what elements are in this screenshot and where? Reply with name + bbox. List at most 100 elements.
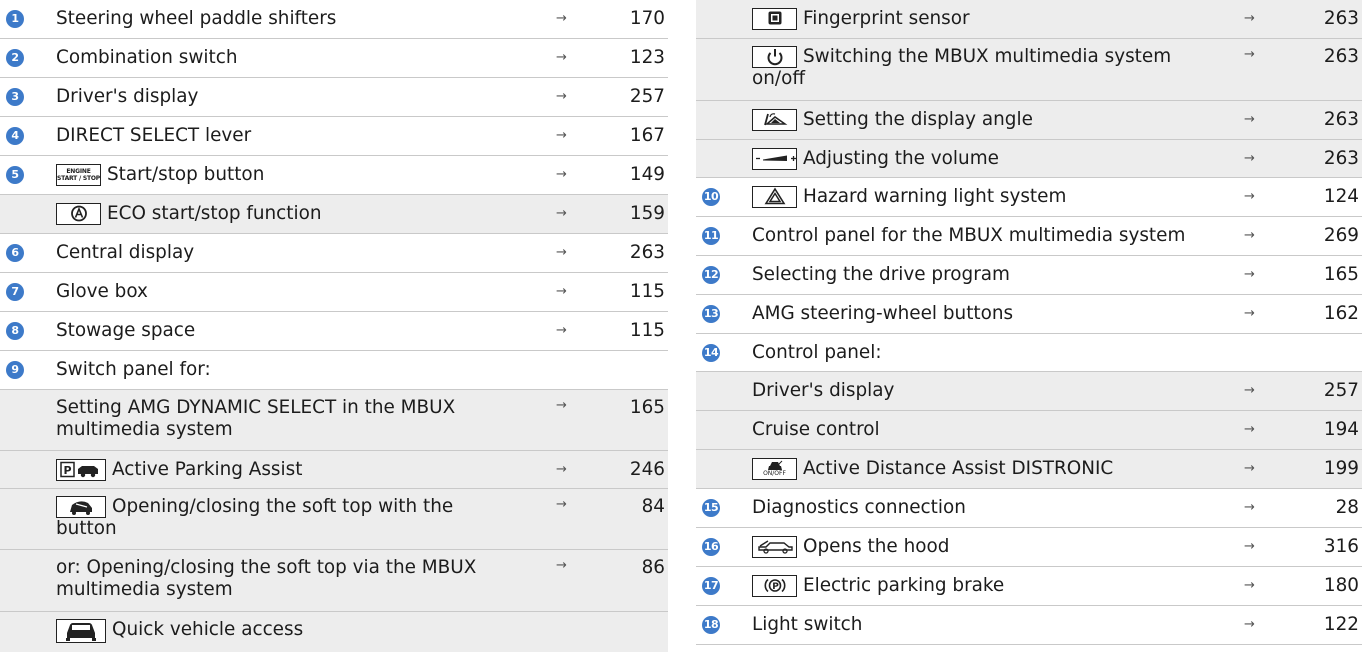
engine-start-stop-button-icon: ENGINE START / STOP	[56, 164, 101, 186]
item-label: Hazard warning light system	[803, 186, 1067, 207]
list-item-mbux-control-panel: 11 Control panel for the MBUX multimedia…	[696, 217, 1362, 256]
arrow-icon: →	[556, 497, 567, 512]
arrow-icon: →	[556, 558, 567, 573]
page-link[interactable]: 246	[630, 459, 665, 481]
distronic-icon: ON/OFF	[752, 458, 797, 480]
list-item-drive-program: 12 Selecting the drive program → 165	[696, 256, 1362, 295]
page-link[interactable]: 84	[642, 496, 665, 518]
item-label: Active Parking Assist	[112, 459, 303, 480]
page-link[interactable]: 159	[630, 203, 665, 225]
item-label: Opening/closing the soft top with the bu…	[56, 496, 454, 539]
page-link[interactable]: 28	[1336, 497, 1359, 519]
page-link[interactable]: 165	[630, 397, 665, 419]
list-item-mbux-power: Switching the MBUX multimedia system on/…	[696, 39, 1362, 101]
list-item-amg-dynamic-select: Setting AMG DYNAMIC SELECT in the MBUX m…	[0, 390, 668, 451]
arrow-icon: →	[556, 284, 567, 299]
item-label: AMG steering-wheel buttons	[752, 303, 1014, 324]
callout-badge-8: 8	[6, 322, 24, 340]
list-item-volume: Adjusting the volume → 263	[696, 140, 1362, 178]
distronic-icon-text: ON/OFF	[763, 470, 786, 477]
page-link[interactable]: 149	[630, 164, 665, 186]
page-link[interactable]: 263	[1324, 8, 1359, 30]
callout-badge-2: 2	[6, 49, 24, 67]
callout-badge-4: 4	[6, 127, 24, 145]
page-link[interactable]: 122	[1324, 614, 1359, 636]
callout-badge-1: 1	[6, 10, 24, 28]
arrow-icon: →	[1244, 47, 1255, 62]
soft-top-icon	[56, 496, 106, 518]
list-item-stowage-space: 8 Stowage space → 115	[0, 312, 668, 351]
list-item-display-angle: Setting the display angle → 263	[696, 101, 1362, 140]
list-item-hazard-warning: 10 Hazard warning light system → 124	[696, 178, 1362, 217]
parking-brake-icon: P	[752, 575, 797, 597]
item-label: Setting the display angle	[803, 109, 1033, 130]
arrow-icon: →	[1244, 461, 1255, 476]
power-icon	[752, 46, 797, 68]
page-link[interactable]: 170	[630, 8, 665, 30]
arrow-icon: →	[556, 167, 567, 182]
svg-text:P: P	[772, 582, 779, 592]
item-label: Combination switch	[56, 47, 238, 68]
callout-badge-15: 15	[702, 499, 720, 517]
item-label: Glove box	[56, 281, 148, 302]
list-item-fingerprint-sensor: Fingerprint sensor → 263	[696, 0, 1362, 39]
page-link[interactable]: 199	[1324, 458, 1359, 480]
item-label: Electric parking brake	[803, 575, 1005, 596]
page-link[interactable]: 167	[630, 125, 665, 147]
hood-icon	[752, 536, 797, 558]
page-link[interactable]: 165	[1324, 264, 1359, 286]
page-link[interactable]: 162	[1324, 303, 1359, 325]
page-link[interactable]: 257	[630, 86, 665, 108]
item-label: ECO start/stop function	[107, 203, 322, 224]
arrow-icon: →	[556, 128, 567, 143]
page-link[interactable]: 115	[630, 281, 665, 303]
arrow-icon: →	[1244, 112, 1255, 127]
arrow-icon: →	[556, 50, 567, 65]
item-label: Start/stop button	[107, 164, 265, 185]
list-item-switch-panel: 9 Switch panel for:	[0, 351, 668, 390]
callout-badge-6: 6	[6, 244, 24, 262]
page-link[interactable]: 194	[1324, 419, 1359, 441]
list-item-start-stop-button: 5 ENGINE START / STOP Start/stop button …	[0, 156, 668, 195]
callout-badge-3: 3	[6, 88, 24, 106]
page-link[interactable]: 263	[1324, 109, 1359, 131]
page-link[interactable]: 263	[1324, 148, 1359, 170]
page-link[interactable]: 124	[1324, 186, 1359, 208]
item-label: Diagnostics connection	[752, 497, 966, 518]
arrow-icon: →	[1244, 422, 1255, 437]
list-item-eco-start-stop: ECO start/stop function → 159	[0, 195, 668, 234]
arrow-icon: →	[556, 11, 567, 26]
page-link[interactable]: 257	[1324, 380, 1359, 402]
item-label: Stowage space	[56, 320, 196, 341]
callout-badge-11: 11	[702, 227, 720, 245]
arrow-icon: →	[1244, 306, 1255, 321]
list-item-control-panel: 14 Control panel:	[696, 334, 1362, 372]
item-label: Control panel:	[752, 342, 882, 363]
callout-badge-13: 13	[702, 305, 720, 323]
page-link[interactable]: 316	[1324, 536, 1359, 558]
item-label: Light switch	[752, 614, 863, 635]
page-link[interactable]: 180	[1324, 575, 1359, 597]
callout-badge-16: 16	[702, 538, 720, 556]
item-label: Steering wheel paddle shifters	[56, 8, 337, 29]
arrow-icon: →	[556, 323, 567, 338]
page-link[interactable]: 123	[630, 47, 665, 69]
item-label: Switch panel for:	[56, 359, 211, 380]
callout-badge-18: 18	[702, 616, 720, 634]
fingerprint-sensor-icon	[752, 8, 797, 30]
page-link[interactable]: 263	[630, 242, 665, 264]
arrow-icon: →	[1244, 383, 1255, 398]
svg-text:P: P	[64, 464, 72, 477]
item-label: Driver's display	[56, 86, 199, 107]
page-link[interactable]: 263	[1324, 46, 1359, 68]
page-link[interactable]: 115	[630, 320, 665, 342]
arrow-icon: →	[556, 89, 567, 104]
list-item-distronic: ON/OFF Active Distance Assist DISTRONIC …	[696, 450, 1362, 489]
list-item-drivers-display: 3 Driver's display → 257	[0, 78, 668, 117]
quick-vehicle-access-icon	[56, 619, 106, 643]
right-column: Fingerprint sensor → 263 Switching the M…	[696, 0, 1362, 645]
page-link[interactable]: 269	[1324, 225, 1359, 247]
item-label: Control panel for the MBUX multimedia sy…	[752, 225, 1186, 246]
page-link[interactable]: 86	[642, 557, 665, 579]
list-item-direct-select-lever: 4 DIRECT SELECT lever → 167	[0, 117, 668, 156]
